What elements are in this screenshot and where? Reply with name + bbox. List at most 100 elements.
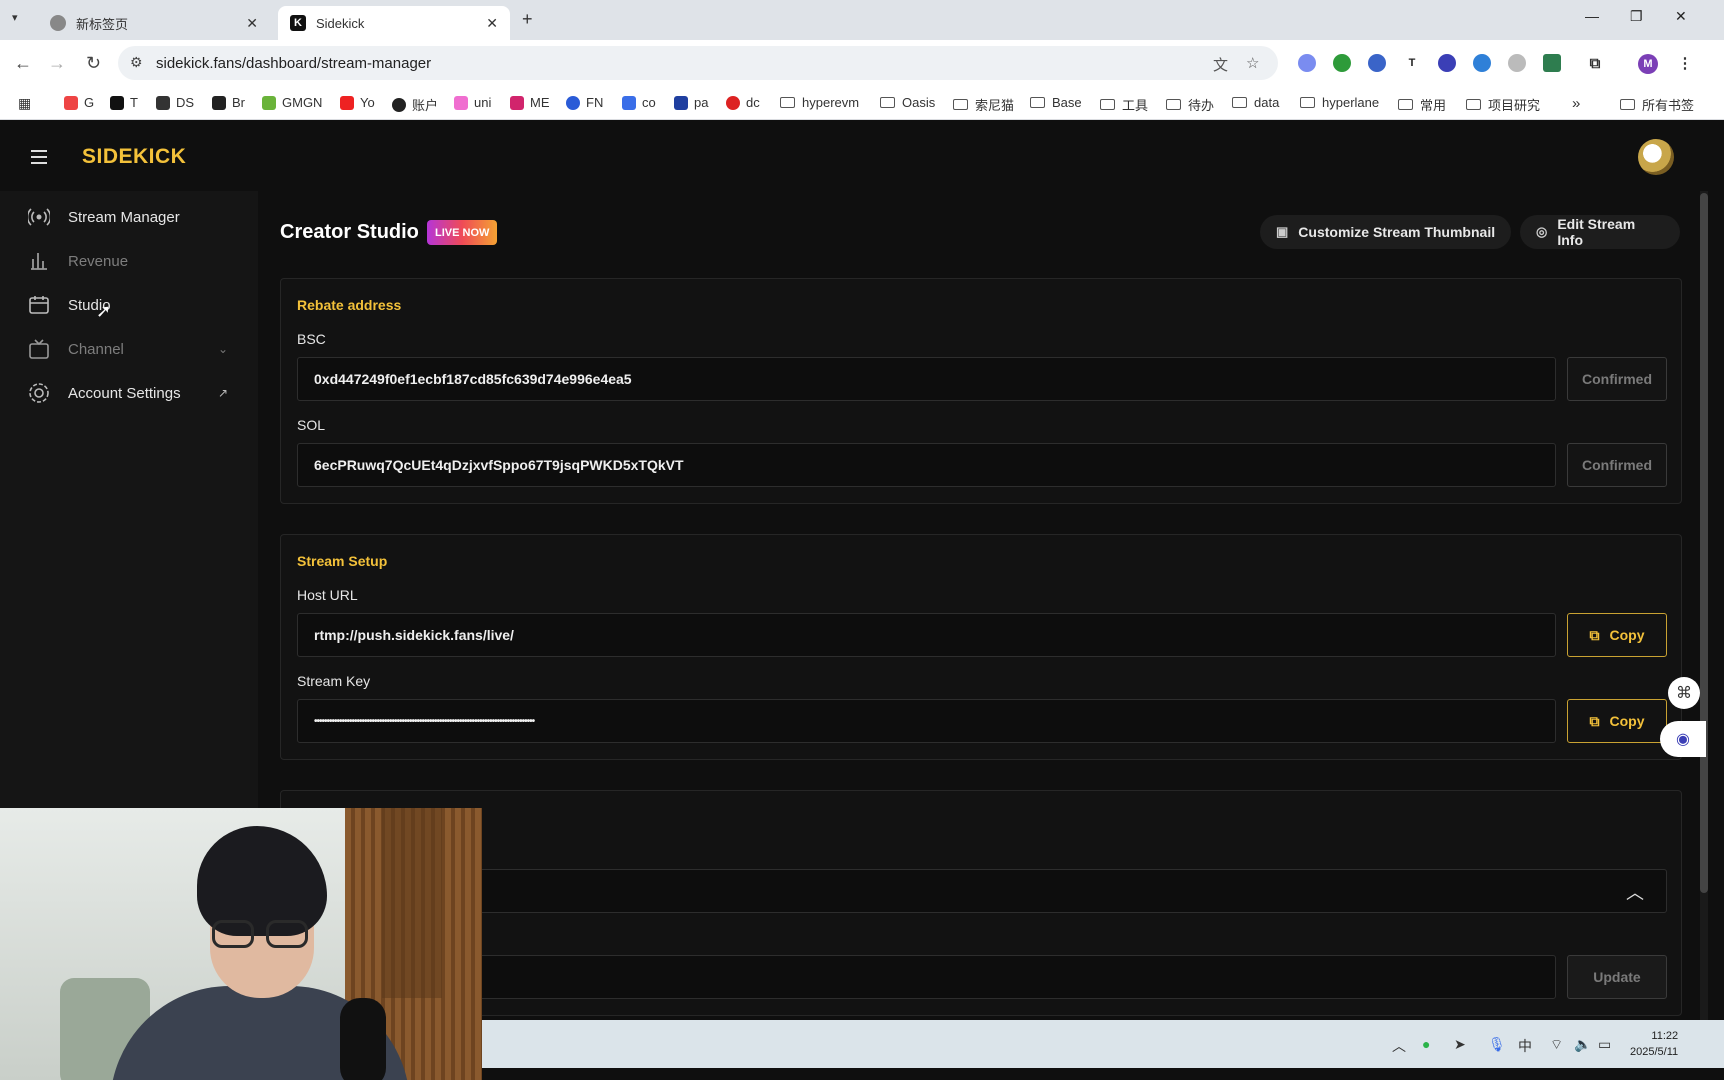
folder-icon xyxy=(1300,97,1315,108)
sidebar-item-label: Stream Manager xyxy=(68,208,180,226)
bookmark-pa[interactable]: pa xyxy=(674,95,708,110)
app-header: SIDEKICK xyxy=(0,121,1724,191)
extension-fox-icon[interactable] xyxy=(1368,54,1386,72)
scrollbar-thumb[interactable] xyxy=(1700,193,1708,893)
new-tab-button[interactable]: + xyxy=(522,9,533,30)
bar-chart-icon xyxy=(28,250,50,272)
webcam-person-glasses xyxy=(212,920,312,950)
all-bookmarks-folder[interactable]: 所有书签 xyxy=(1620,95,1694,114)
copy-stream-key-button[interactable]: ⧉ Copy xyxy=(1567,699,1667,743)
customize-stream-thumbnail-button[interactable]: ▣ Customize Stream Thumbnail xyxy=(1260,215,1512,249)
bookmark-folder-tools[interactable]: 工具 xyxy=(1100,95,1148,114)
chevron-down-icon[interactable]: ⌄ xyxy=(218,342,228,356)
sol-address-input[interactable]: 6ecPRuwq7QcUEt4qDzjxvfSppo67T9jsqPWKD5xT… xyxy=(297,443,1556,487)
bookmark-br[interactable]: Br xyxy=(212,95,245,110)
stream-key-input[interactable]: ••••••••••••••••••••••••••••••••••••••••… xyxy=(297,699,1556,743)
folder-icon xyxy=(1100,99,1115,110)
browser-tab-bar: ▾ 新标签页 ✕ K Sidekick ✕ + — ❐ ✕ xyxy=(0,0,1724,40)
extension-globe-icon[interactable] xyxy=(1508,54,1526,72)
bookmark-folder-oasis[interactable]: Oasis xyxy=(880,95,935,110)
settings-input[interactable] xyxy=(297,955,1556,999)
select-dropdown[interactable] xyxy=(297,869,1667,913)
volume-icon[interactable]: 🔈 xyxy=(1574,1036,1591,1053)
user-avatar[interactable] xyxy=(1638,139,1674,175)
bookmark-account[interactable]: 账户 xyxy=(392,95,438,114)
ime-indicator[interactable]: 中 xyxy=(1518,1036,1532,1056)
tab-new-tab[interactable]: 新标签页 ✕ xyxy=(38,6,270,40)
sidekick-logo[interactable]: SIDEKICK xyxy=(82,145,186,169)
wechat-icon[interactable]: ● xyxy=(1422,1036,1430,1052)
bookmark-yo[interactable]: Yo xyxy=(340,95,375,110)
profile-avatar[interactable]: M xyxy=(1638,54,1658,74)
bookmark-ds[interactable]: DS xyxy=(156,95,194,110)
extension-t-icon[interactable]: T xyxy=(1403,54,1421,72)
bookmark-folder-todo[interactable]: 待办 xyxy=(1166,95,1214,114)
host-url-input[interactable]: rtmp://push.sidekick.fans/live/ xyxy=(297,613,1556,657)
floating-assistant-icon[interactable]: ◉ xyxy=(1660,721,1706,757)
sidebar-item-revenue[interactable]: Revenue xyxy=(28,246,238,276)
bookmark-t[interactable]: T xyxy=(110,95,138,110)
sidebar-item-studio[interactable]: Studio xyxy=(28,290,238,320)
system-clock[interactable]: 11:22 2025/5/11 xyxy=(1630,1028,1678,1060)
tab-sidekick[interactable]: K Sidekick ✕ xyxy=(278,6,510,40)
extension-grid-icon[interactable] xyxy=(1333,54,1351,72)
bsc-address-input[interactable]: 0xd447249f0ef1ecbf187cd85fc639d74e996e4e… xyxy=(297,357,1556,401)
extension-eyes-icon[interactable] xyxy=(1438,54,1456,72)
translate-icon[interactable]: 文 xyxy=(1213,54,1228,75)
telegram-icon[interactable]: ➤ xyxy=(1454,1036,1466,1053)
sol-confirmed-button[interactable]: Confirmed xyxy=(1567,443,1667,487)
microphone-icon[interactable]: 🎙 xyxy=(1488,1036,1506,1053)
close-icon[interactable]: ✕ xyxy=(246,15,258,32)
bookmark-folder-sony-cat[interactable]: 索尼猫 xyxy=(953,95,1014,114)
wifi-icon[interactable]: ⌔ xyxy=(1550,1036,1563,1054)
extensions-puzzle-icon[interactable]: ⧉ xyxy=(1586,54,1604,72)
bookmark-co[interactable]: co xyxy=(622,95,656,110)
bookmark-folder-data[interactable]: data xyxy=(1232,95,1279,110)
sidebar-item-channel[interactable]: Channel ⌄ xyxy=(28,334,238,364)
webcam-shadow xyxy=(382,808,442,998)
bookmark-me[interactable]: ME xyxy=(510,95,550,110)
menu-icon[interactable] xyxy=(31,150,47,168)
me-icon xyxy=(510,95,524,110)
forward-icon[interactable]: → xyxy=(48,53,66,74)
chevron-up-icon[interactable]: ︿ xyxy=(1392,1036,1406,1056)
gear-icon xyxy=(28,382,50,404)
bookmark-folder-research[interactable]: 项目研究 xyxy=(1466,95,1540,114)
update-button[interactable]: Update xyxy=(1567,955,1667,999)
tab-search-dropdown[interactable]: ▾ xyxy=(12,11,18,24)
site-info-icon[interactable]: ⚙ xyxy=(130,54,143,71)
bsc-confirmed-button[interactable]: Confirmed xyxy=(1567,357,1667,401)
restore-icon[interactable]: ❐ xyxy=(1630,8,1643,25)
sidebar-item-account-settings[interactable]: Account Settings ↗ xyxy=(28,378,238,408)
sidebar-item-label: Account Settings xyxy=(68,384,181,402)
bookmark-gmgn[interactable]: GMGN xyxy=(262,95,322,110)
floating-grid-icon[interactable]: ⌘ xyxy=(1668,677,1700,709)
bookmark-folder-base[interactable]: Base xyxy=(1030,95,1082,110)
battery-icon[interactable]: ▭ xyxy=(1598,1036,1611,1053)
bookmark-folder-hyperlane[interactable]: hyperlane xyxy=(1300,95,1379,110)
back-icon[interactable]: ← xyxy=(14,53,32,74)
apps-grid-icon[interactable]: ▦ xyxy=(18,95,31,112)
window-close-icon[interactable]: ✕ xyxy=(1675,8,1687,25)
extension-cloud-icon[interactable] xyxy=(1298,54,1316,72)
close-icon[interactable]: ✕ xyxy=(486,15,498,32)
bookmark-folder-common[interactable]: 常用 xyxy=(1398,95,1446,114)
bookmarks-overflow-button[interactable]: » xyxy=(1572,95,1580,112)
browser-menu-icon[interactable]: ⋮ xyxy=(1676,54,1694,72)
extension-download-icon[interactable] xyxy=(1543,54,1561,72)
star-icon[interactable]: ☆ xyxy=(1246,54,1259,72)
folder-icon xyxy=(1620,99,1635,110)
reload-icon[interactable]: ↻ xyxy=(86,53,101,74)
minimize-icon[interactable]: — xyxy=(1585,8,1599,24)
address-bar[interactable]: ⚙ sidekick.fans/dashboard/stream-manager… xyxy=(118,46,1278,80)
sidebar-item-stream-manager[interactable]: Stream Manager xyxy=(28,202,238,232)
chevron-up-icon[interactable]: ︿ xyxy=(1626,879,1644,905)
bookmark-folder-hyperevm[interactable]: hyperevm xyxy=(780,95,859,110)
extension-shield-icon[interactable] xyxy=(1473,54,1491,72)
copy-host-url-button[interactable]: ⧉ Copy xyxy=(1567,613,1667,657)
bookmark-g[interactable]: G xyxy=(64,95,94,110)
bookmark-fn[interactable]: FN xyxy=(566,95,603,110)
bookmark-dc[interactable]: dc xyxy=(726,95,760,110)
bookmark-uni[interactable]: uni xyxy=(454,95,491,110)
edit-stream-info-button[interactable]: ◎ Edit Stream Info xyxy=(1520,215,1680,249)
